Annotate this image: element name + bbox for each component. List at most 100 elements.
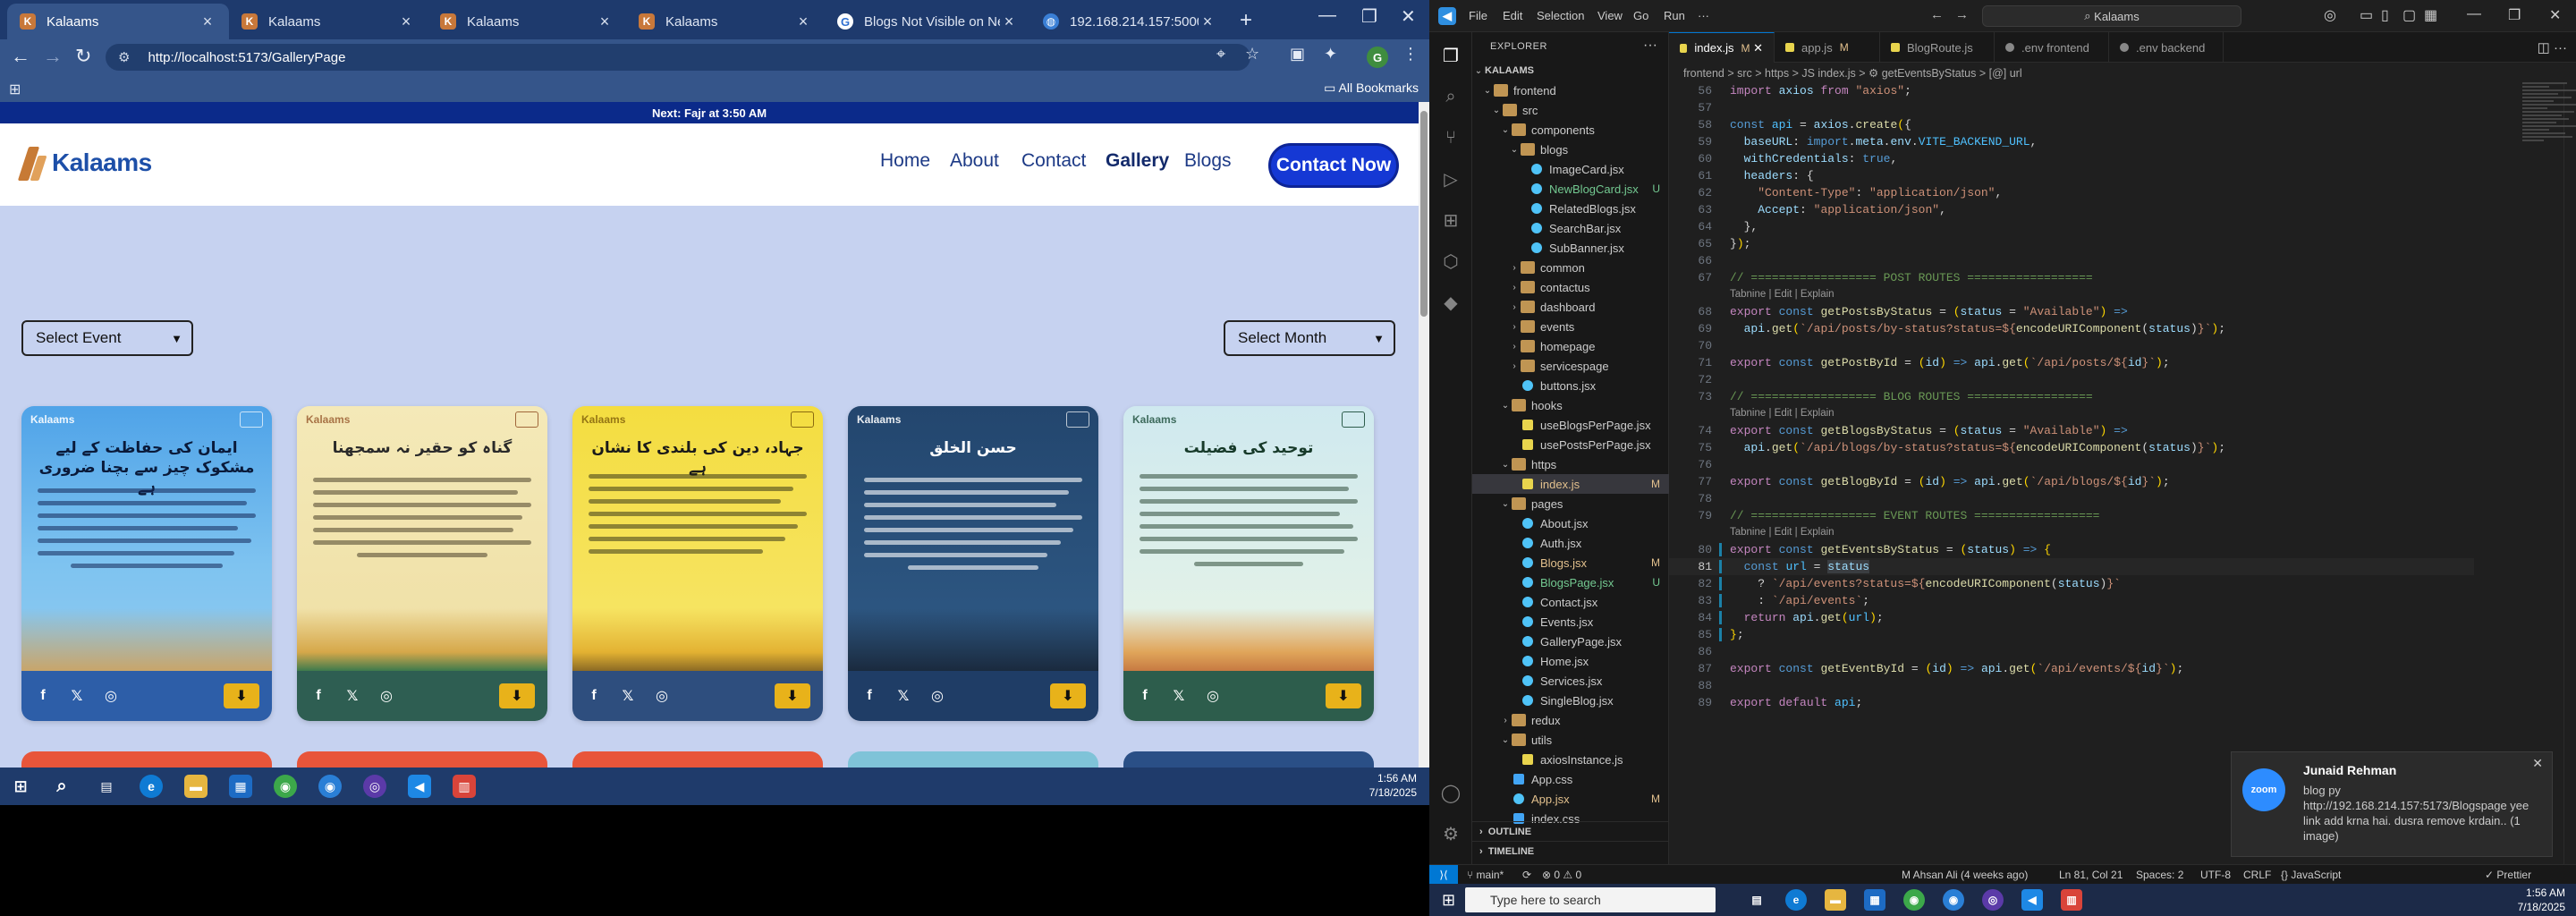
card-image[interactable]: Kalaams جہاد، دین کی بلندی کا نشان ہے: [572, 406, 823, 671]
vscode-taskbar-icon[interactable]: ◀: [408, 775, 431, 798]
nav-back-icon[interactable]: ←: [1930, 7, 1944, 22]
menu-run[interactable]: Run: [1664, 9, 1685, 22]
menu-go[interactable]: Go: [1633, 9, 1648, 22]
layout-sidebar-icon[interactable]: ▯: [2381, 6, 2389, 24]
more-actions-icon[interactable]: ···: [1643, 38, 1657, 54]
browser-tab-api-blogs[interactable]: ◍ 192.168.214.157:5000/api/b ×: [1030, 4, 1229, 39]
settings-gear-icon[interactable]: ⚙: [1440, 823, 1462, 844]
minimap[interactable]: [2522, 82, 2576, 190]
file-item[interactable]: NewBlogCard.jsx U: [1472, 179, 1669, 199]
reload-icon[interactable]: ↻: [75, 45, 91, 68]
menu-edit[interactable]: Edit: [1503, 9, 1522, 22]
extension-icon[interactable]: ▣: [1290, 45, 1305, 64]
folder-item[interactable]: › dashboard: [1472, 297, 1669, 317]
file-item[interactable]: index.js M: [1472, 474, 1669, 494]
nav-contact[interactable]: Contact: [1021, 150, 1086, 172]
download-icon[interactable]: ⬇: [775, 683, 810, 708]
file-item[interactable]: App.css: [1472, 769, 1669, 789]
nav-blogs[interactable]: Blogs: [1184, 150, 1232, 172]
bookmark-star-icon[interactable]: ☆: [1245, 45, 1259, 64]
timeline-section[interactable]: › TIMELINE: [1472, 841, 1669, 861]
menu-file[interactable]: File: [1469, 9, 1487, 22]
layout-customize-icon[interactable]: ▦: [2424, 6, 2437, 24]
folder-item[interactable]: ⌄ src: [1472, 100, 1669, 120]
browser-tab-kalaams-1[interactable]: K Kalaams ×: [7, 4, 229, 39]
command-center-search[interactable]: ⌕ Kalaams: [1982, 5, 2241, 27]
file-item[interactable]: SearchBar.jsx: [1472, 218, 1669, 238]
forward-icon[interactable]: →: [43, 45, 63, 68]
nav-forward-icon[interactable]: →: [1955, 7, 1969, 22]
instagram-icon[interactable]: ◎: [653, 687, 671, 705]
file-item[interactable]: Blogs.jsx M: [1472, 553, 1669, 572]
file-item[interactable]: GalleryPage.jsx: [1472, 632, 1669, 651]
chrome-profile-icon[interactable]: ◉: [318, 775, 342, 798]
chrome-profile-icon[interactable]: ◉: [1943, 889, 1964, 911]
vscode-taskbar-icon[interactable]: ◀: [2021, 889, 2043, 911]
taskbar-search-box[interactable]: Type here to search: [1465, 887, 1716, 912]
encoding[interactable]: UTF-8: [2200, 869, 2231, 881]
instagram-icon[interactable]: ◎: [1204, 687, 1222, 705]
restore-icon[interactable]: ❐: [2508, 6, 2521, 24]
app-taskbar-icon[interactable]: ▥: [2061, 889, 2082, 911]
taskbar-clock[interactable]: 1:56 AM 7/18/2025: [2518, 886, 2565, 914]
app-taskbar-icon[interactable]: ▥: [453, 775, 476, 798]
folder-item[interactable]: ⌄ components: [1472, 120, 1669, 140]
file-item[interactable]: Events.jsx: [1472, 612, 1669, 632]
restore-icon[interactable]: ❐: [1361, 5, 1377, 28]
instagram-icon[interactable]: ◎: [102, 687, 120, 705]
editor-tab-index-js[interactable]: index.js M ✕: [1669, 32, 1775, 63]
windows-start-icon[interactable]: ⊞: [9, 775, 32, 798]
facebook-icon[interactable]: f: [309, 688, 327, 704]
browser-tab-blogs-not-visible[interactable]: G Blogs Not Visible on Networ ×: [825, 4, 1030, 39]
taskbar-clock[interactable]: 1:56 AM 7/18/2025: [1369, 771, 1417, 800]
language-mode[interactable]: {} JavaScript: [2281, 869, 2341, 881]
address-bar[interactable]: ⚙ http://localhost:5173/GalleryPage: [106, 44, 1250, 71]
gallery-card[interactable]: Kalaams جہاد، دین کی بلندی کا نشان ہے f …: [572, 406, 823, 721]
file-item[interactable]: SubBanner.jsx: [1472, 238, 1669, 258]
layout-panel-icon[interactable]: ▢: [2402, 6, 2416, 24]
file-item[interactable]: buttons.jsx: [1472, 376, 1669, 395]
folder-item[interactable]: › events: [1472, 317, 1669, 336]
folder-item[interactable]: ⌄ pages: [1472, 494, 1669, 513]
codelens[interactable]: Tabnine | Edit | Explain: [1669, 524, 2474, 541]
run-debug-icon[interactable]: ▷: [1440, 168, 1462, 190]
menu-dots-icon[interactable]: ⋮: [1402, 45, 1419, 64]
browser-tab-kalaams-2[interactable]: K Kalaams ×: [229, 4, 428, 39]
browser-tab-kalaams-4[interactable]: K Kalaams ×: [626, 4, 825, 39]
folder-item[interactable]: › contactus: [1472, 277, 1669, 297]
file-item[interactable]: usePostsPerPage.jsx: [1472, 435, 1669, 454]
close-icon[interactable]: ✕: [2532, 756, 2543, 771]
browser-tab-kalaams-3[interactable]: K Kalaams ×: [428, 4, 626, 39]
file-item[interactable]: BlogsPage.jsx U: [1472, 572, 1669, 592]
download-icon[interactable]: ⬇: [499, 683, 535, 708]
file-item[interactable]: About.jsx: [1472, 513, 1669, 533]
file-item[interactable]: axiosInstance.js: [1472, 750, 1669, 769]
download-icon[interactable]: ⬇: [1050, 683, 1086, 708]
site-logo[interactable]: Kalaams: [17, 143, 152, 182]
copilot-icon[interactable]: ◎: [2324, 6, 2336, 24]
file-item[interactable]: useBlogsPerPage.jsx: [1472, 415, 1669, 435]
x-icon[interactable]: 𝕏: [894, 687, 912, 705]
folder-item[interactable]: ⌄ https: [1472, 454, 1669, 474]
nav-about[interactable]: About: [950, 150, 999, 172]
folder-item[interactable]: ⌄ utils: [1472, 730, 1669, 750]
card-image[interactable]: Kalaams گناہ کو حقیر نہ سمجھنا: [297, 406, 547, 671]
file-item[interactable]: Contact.jsx: [1472, 592, 1669, 612]
line-ending[interactable]: CRLF: [2243, 869, 2271, 881]
file-item[interactable]: Home.jsx: [1472, 651, 1669, 671]
folder-item[interactable]: › homepage: [1472, 336, 1669, 356]
source-control-icon[interactable]: ⑂: [1440, 127, 1462, 148]
outline-section[interactable]: › OUTLINE: [1472, 821, 1669, 841]
x-icon[interactable]: 𝕏: [343, 687, 361, 705]
close-window-icon[interactable]: ✕: [1401, 5, 1416, 28]
facebook-icon[interactable]: f: [585, 688, 603, 704]
scrollbar-thumb[interactable]: [1420, 111, 1428, 317]
editor-tab-env-frontend[interactable]: .env frontend: [1995, 32, 2109, 63]
file-item[interactable]: RelatedBlogs.jsx: [1472, 199, 1669, 218]
site-info-icon[interactable]: ⚙: [118, 49, 130, 65]
codelens[interactable]: Tabnine | Edit | Explain: [1669, 286, 2474, 303]
x-icon[interactable]: 𝕏: [1170, 687, 1188, 705]
file-explorer-icon[interactable]: ▬: [1825, 889, 1846, 911]
facebook-icon[interactable]: f: [1136, 688, 1154, 704]
search-icon[interactable]: ⌕: [50, 775, 73, 798]
